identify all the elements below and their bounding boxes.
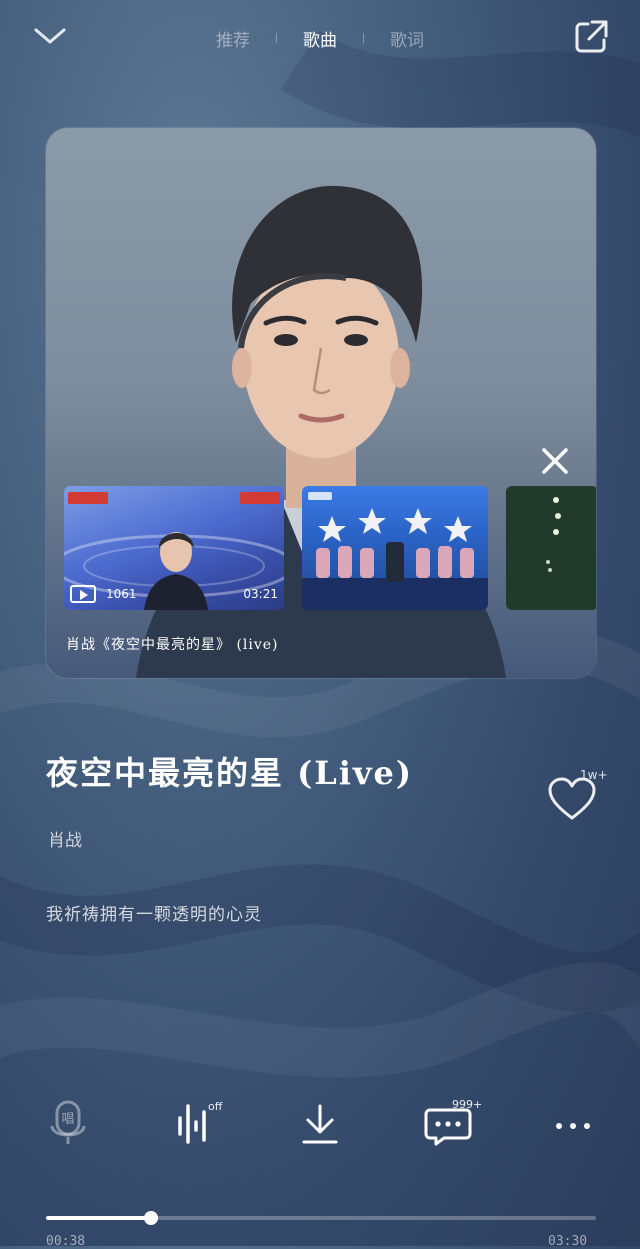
close-icon[interactable] <box>540 446 570 476</box>
top-bar: 推荐 歌曲 歌词 <box>0 0 640 76</box>
more-button[interactable] <box>546 1096 602 1152</box>
sound-effect-button[interactable]: off <box>172 1096 228 1152</box>
heart-icon[interactable] <box>546 776 598 824</box>
song-title: 夜空中最亮的星 (Live) <box>46 754 414 792</box>
video-thumbnail-strip: 1061 03:21 <box>64 486 596 610</box>
chevron-down-icon[interactable] <box>32 22 68 50</box>
comments-button[interactable]: 999+ <box>422 1096 482 1152</box>
tab-divider <box>276 33 277 43</box>
video-duration: 03:21 <box>243 587 278 601</box>
like-count: 1w+ <box>580 768 608 782</box>
thumbnail-image <box>546 497 561 572</box>
tab-recommend[interactable]: 推荐 <box>216 26 250 51</box>
video-thumbnail[interactable]: 1061 03:21 <box>64 486 284 610</box>
thumbnail-meta: 1061 03:21 <box>70 584 278 604</box>
progress-bar[interactable] <box>46 1211 596 1225</box>
view-count: 1061 <box>106 587 137 601</box>
total-time: 03:30 <box>548 1234 588 1249</box>
video-caption: 肖战《夜空中最亮的星》 (live) <box>66 637 279 653</box>
current-lyric: 我祈祷拥有一颗透明的心灵 <box>46 905 262 925</box>
tab-bar: 推荐 歌曲 歌词 <box>200 24 440 52</box>
comment-count-badge: 999+ <box>452 1098 483 1111</box>
video-panel: 1061 03:21 肖战《夜空中最亮的星》 (live) <box>46 128 596 678</box>
effect-status-badge: off <box>208 1100 223 1113</box>
artist-name[interactable]: 肖战 <box>48 826 82 851</box>
sing-button[interactable]: 唱 <box>42 1096 98 1152</box>
tab-song[interactable]: 歌曲 <box>303 26 337 51</box>
action-toolbar: 唱 off 999+ <box>0 1096 640 1160</box>
elapsed-time: 00:38 <box>46 1234 86 1249</box>
sing-label: 唱 <box>61 1112 74 1127</box>
tab-divider <box>363 33 364 43</box>
microphone-icon: 唱 <box>50 1100 86 1144</box>
download-icon <box>302 1104 338 1144</box>
more-icon <box>556 1123 590 1129</box>
progress-fill <box>46 1216 151 1220</box>
thumbnail-image <box>302 492 488 610</box>
download-button[interactable] <box>294 1096 350 1152</box>
video-thumbnail[interactable] <box>506 486 596 610</box>
progress-handle[interactable] <box>143 1211 158 1225</box>
tab-lyrics[interactable]: 歌词 <box>390 26 424 51</box>
share-external-icon[interactable] <box>572 18 610 56</box>
video-thumbnail[interactable] <box>302 486 488 610</box>
play-video-icon <box>70 585 96 603</box>
